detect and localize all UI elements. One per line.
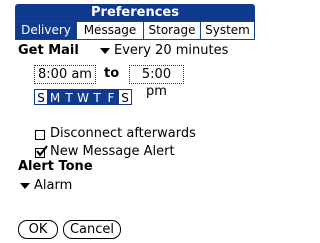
day-selector: S M T W T F S [34,89,134,105]
from-time-field[interactable]: 8:00 am [34,65,96,84]
day-wednesday[interactable]: W [76,89,90,105]
tab-bar: Delivery Message Storage System [15,21,255,40]
new-message-alert-checkbox[interactable] [35,145,48,158]
tab-message[interactable]: Message [76,21,144,40]
day-monday[interactable]: M [48,89,62,105]
day-thursday[interactable]: T [90,89,104,105]
alert-tone-selector[interactable]: Alarm [20,178,90,194]
dropdown-arrow-icon [100,48,110,54]
dialog-title: Preferences [91,5,179,20]
tab-system[interactable]: System [200,21,255,40]
alert-tone-label: Alert Tone [18,159,93,174]
to-label: to [104,66,120,81]
new-message-alert-label: New Message Alert [50,144,175,159]
disconnect-label: Disconnect afterwards [50,126,196,141]
interval-selector[interactable]: Every 20 minutes [100,43,232,59]
ok-button[interactable]: OK [18,220,58,239]
day-friday[interactable]: F [104,89,118,105]
title-bar: Preferences [15,4,255,21]
tab-delivery[interactable]: Delivery [15,21,77,40]
get-mail-label: Get Mail [18,43,79,58]
cancel-button[interactable]: Cancel [63,220,121,239]
day-sunday[interactable]: S [34,89,48,105]
day-tuesday[interactable]: T [62,89,76,105]
tab-storage[interactable]: Storage [143,21,201,40]
alert-tone-value: Alarm [34,178,73,193]
to-time-field[interactable]: 5:00 pm [129,65,184,99]
checkmark-icon [36,145,48,157]
disconnect-checkbox[interactable] [35,130,45,140]
dropdown-arrow-icon [20,183,30,189]
day-saturday[interactable]: S [118,89,132,105]
interval-value: Every 20 minutes [114,43,229,58]
